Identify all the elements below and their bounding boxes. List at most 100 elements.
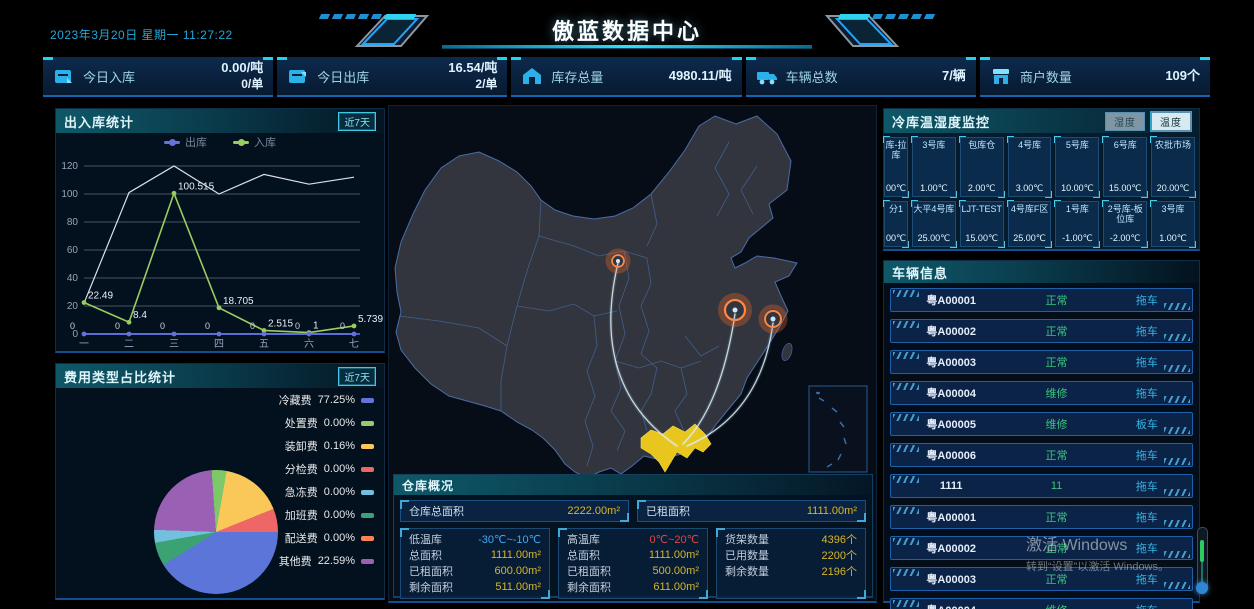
pie-legend-marker [361,559,374,564]
cold-storage-card[interactable]: 1号库 -1.00℃ [1055,201,1099,247]
range-7d-button[interactable]: 近7天 [338,367,376,386]
cold-storage-card[interactable]: 3号库 1.00℃ [912,137,956,197]
cold-storage-card[interactable]: 2号库-板位库 -2.00℃ [1103,201,1147,247]
pie-legend-item[interactable]: 加班费0.00% [285,507,374,523]
svg-text:8.4: 8.4 [133,310,147,321]
vehicle-type: 板车 [1102,416,1192,432]
truck-icon [756,66,778,86]
vehicle-type: 拖车 [1102,385,1192,401]
pie-legend-item[interactable]: 急冻费 0.00% [285,484,374,500]
pie-legend-pct: 0.00% [324,486,355,498]
cold-storage-name: 包库仓 [960,137,1004,150]
vehicle-status: 正常 [1011,354,1101,370]
kpi-merchant-count: 商户数量 109个 [980,57,1210,97]
pie-legend-label: 急冻费 [285,484,318,500]
pie-legend-item[interactable]: 冷藏费77.25% [279,392,374,408]
cold-storage-card[interactable]: 6号库 15.00℃ [1103,137,1147,197]
inbound-box-icon [53,66,75,86]
kpi-value-2: 0/单 [221,77,263,92]
svg-text:0: 0 [160,321,165,331]
legend-item-outbound[interactable]: 出库 [164,134,207,150]
vehicle-row[interactable]: 1111 11 拖车 [890,474,1193,498]
kpi-label: 商户数量 [1020,67,1072,86]
kpi-label: 车辆总数 [786,67,838,86]
humidity-button[interactable]: 湿度 [1105,112,1145,131]
pie-legend-label: 装卸费 [285,438,318,454]
cold-storage-temp: 00℃ [884,233,908,247]
legend-item-inbound[interactable]: 入库 [233,134,276,150]
vehicle-row[interactable]: 粤A00002 正常 拖车 [890,319,1193,343]
cold-storage-card[interactable]: 分1 00℃ [884,201,908,247]
panel-title: 出入库统计 [64,112,134,131]
range-7d-button[interactable]: 近7天 [338,112,376,131]
svg-text:100.515: 100.515 [178,181,215,192]
cold-storage-card[interactable]: 4号库F区 25.00℃ [1008,201,1052,247]
pie-legend-marker [361,421,374,426]
kpi-value: 7/辆 [942,68,966,84]
taiwan-island [780,342,794,362]
pie-legend-item[interactable]: 分检费0.00% [285,461,374,477]
vehicle-row[interactable]: 粤A00005 维修 板车 [890,412,1193,436]
cold-storage-card[interactable]: 包库仓 2.00℃ [960,137,1004,197]
cold-storage-card[interactable]: 3号库 1.00℃ [1151,201,1195,247]
line-chart-legend: 出库 入库 [56,135,384,149]
cold-storage-temp: 1.00℃ [1151,233,1195,247]
stat-value: 1111.00m² [491,549,541,561]
vehicle-row[interactable]: 粤A00004 维修 拖车 [890,598,1193,609]
pie-legend-item[interactable]: 装卸费 0.16% [285,438,374,454]
vehicle-type: 拖车 [1102,354,1192,370]
cold-storage-temp: 15.00℃ [960,233,1004,247]
pie-legend-item[interactable]: 其他费22.59% [279,553,374,569]
cold-storage-temp: 00℃ [884,183,908,197]
scrollbar-knob[interactable] [1196,582,1208,594]
cold-storage-card[interactable]: 库-拉库 00℃ [884,137,908,197]
stat-label: 已用数量 [725,547,769,563]
vehicle-row[interactable]: 粤A00006 正常 拖车 [890,443,1193,467]
stat-label: 已租面积 [646,503,690,519]
cold-storage-card[interactable]: 4号库 3.00℃ [1008,137,1052,197]
cold-storage-name: 分1 [884,201,908,214]
cold-storage-card[interactable]: 大平4号库 25.00℃ [912,201,956,247]
cold-storage-card[interactable]: LJT-TEST 15.00℃ [960,201,1004,247]
vehicle-row[interactable]: 粤A00004 维修 拖车 [890,381,1193,405]
temperature-button[interactable]: 温度 [1151,112,1191,131]
vehicle-row[interactable]: 粤A00001 正常 拖车 [890,288,1193,312]
panel-title: 冷库温湿度监控 [892,112,990,131]
vehicle-type: 拖车 [1102,447,1192,463]
svg-text:120: 120 [61,161,78,172]
title-banner: 傲蓝数据中心 [347,4,907,54]
pie-legend-pct: 0.00% [324,463,355,475]
cold-storage-card[interactable]: 农批市场 20.00℃ [1151,137,1195,197]
vehicle-row[interactable]: 粤A00003 正常 拖车 [890,567,1193,591]
warehouse-overview-panel: 仓库概况 仓库总面积 2222.00m² 已租面积 1111.00m² 低温库-… [393,474,873,598]
warehouse-icon [521,66,543,86]
cold-storage-panel: 冷库温湿度监控 湿度 温度 库-拉库 00℃ 3号库 1.00℃ 包库仓 2.0… [883,108,1200,251]
pie-legend-pct: 0.00% [324,417,355,429]
pie-legend-pct: 0.16% [324,440,355,452]
highlighted-region-guangdong[interactable] [641,424,711,472]
cold-storage-temp: 3.00℃ [1008,183,1052,197]
cold-storage-temp: 20.00℃ [1151,183,1195,197]
vehicle-row[interactable]: 粤A00003 正常 拖车 [890,350,1193,374]
vehicle-status: 维修 [1011,385,1101,401]
warehouse-totals: 仓库总面积 2222.00m² 已租面积 1111.00m² [394,495,872,522]
vehicle-status: 正常 [1011,292,1101,308]
stat-label: 货架数量 [725,531,769,547]
vehicle-row[interactable]: 粤A00002 正常 拖车 [890,536,1193,560]
cold-storage-temp: 25.00℃ [912,233,956,247]
vehicle-list-scrollbar[interactable] [1197,527,1208,591]
vehicle-status: 11 [1011,480,1101,492]
cold-storage-card[interactable]: 5号库 10.00℃ [1055,137,1099,197]
cold-cards-row-2: 分1 00℃ 大平4号库 25.00℃ LJT-TEST 15.00℃ 4号库F… [884,197,1199,247]
pie-legend-item[interactable]: 处置费0.00% [285,415,374,431]
svg-text:100: 100 [61,189,78,200]
pie-legend-item[interactable]: 配送费0.00% [285,530,374,546]
storefront-icon [990,66,1012,86]
map-marker-3[interactable] [761,307,785,331]
stat-value: -30℃~-10℃ [478,533,541,546]
kpi-label: 库存总量 [551,67,603,86]
map-marker-2[interactable] [721,296,749,324]
vehicle-row[interactable]: 粤A00001 正常 拖车 [890,505,1193,529]
line-chart: 020406080100120一二三四五六七22.498.4100.51518.… [56,149,384,353]
pie-legend-label: 配送费 [285,530,318,546]
